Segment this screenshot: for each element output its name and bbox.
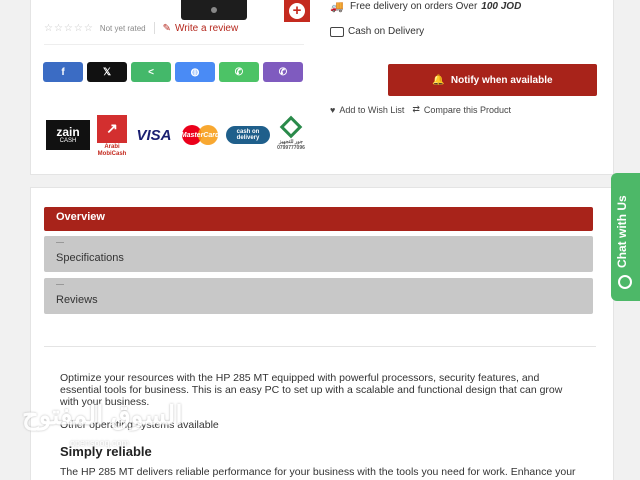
free-delivery-amount: 100 JOD xyxy=(481,1,522,12)
jo-line-2: 0799777096 xyxy=(277,144,305,151)
watermark: السوق المفتوح xyxy=(22,400,183,430)
content-divider xyxy=(44,346,596,347)
mastercard-logo: MasterCard xyxy=(180,120,220,150)
facebook-share-button[interactable]: f xyxy=(43,62,83,82)
bell-icon: 🔔 xyxy=(432,74,445,86)
pencil-icon: ✎ xyxy=(162,22,172,34)
chat-with-us-tab[interactable]: Chat with Us xyxy=(611,173,640,301)
diamond-icon xyxy=(279,115,303,139)
not-rated-text: Not yet rated xyxy=(99,23,146,33)
arabi-caption-2: MobiCash xyxy=(97,150,127,157)
plus-icon: + xyxy=(289,3,305,19)
arabi-icon: ↗ xyxy=(97,114,127,143)
free-delivery-text: Free delivery on orders Over xyxy=(350,1,478,12)
tab-overview[interactable]: Overview xyxy=(44,207,593,231)
visa-logo: VISA xyxy=(136,126,172,144)
facebook-icon: f xyxy=(61,66,65,78)
compare-link[interactable]: Compare this Product xyxy=(424,105,511,115)
payment-methods: zain CASH ↗ Arabi MobiCash VISA MasterCard… xyxy=(46,112,306,158)
cod-line-2: delivery xyxy=(236,135,260,141)
chat-label: Chat with Us xyxy=(615,195,629,268)
rating-stars: ☆☆☆☆☆ xyxy=(44,22,94,34)
viber-share-button[interactable]: ✆ xyxy=(263,62,303,82)
divider xyxy=(153,22,155,34)
tab-overview-label: Overview xyxy=(56,211,105,223)
jo-logo: جور للتجهيز 0799777096 xyxy=(276,113,306,157)
watermark-url: opensooq.com xyxy=(70,438,130,448)
cash-on-delivery-logo: cash on delivery xyxy=(226,126,270,144)
viber-icon: ✆ xyxy=(278,66,288,78)
share-icon: < xyxy=(148,66,154,78)
arabi-caption: Arabi MobiCash xyxy=(98,144,127,157)
cash-on-delivery-text: Cash on Delivery xyxy=(348,26,425,37)
tab-specifications[interactable]: Specifications xyxy=(44,236,593,272)
notify-label: Notify when available xyxy=(450,74,553,86)
notify-button[interactable]: 🔔 Notify when available xyxy=(388,64,597,96)
sharethis-button[interactable]: < xyxy=(131,62,171,82)
cash-on-delivery-info: Cash on Delivery xyxy=(330,26,424,37)
tab-specifications-label: Specifications xyxy=(56,252,124,264)
wishlist-compare-row: ♥ Add to Wish List ⇄ Compare this Produc… xyxy=(330,104,511,115)
compare-icon: ⇄ xyxy=(412,104,420,114)
write-review-label: Write a review xyxy=(175,22,239,34)
free-delivery-info: 🚚 Free delivery on orders Over 100 JOD xyxy=(330,0,521,13)
arabi-caption-1: Arabi xyxy=(104,143,120,150)
zain-sub-label: CASH xyxy=(59,138,77,144)
money-icon xyxy=(330,26,344,37)
rating-divider xyxy=(44,44,304,45)
product-image[interactable] xyxy=(181,0,247,20)
tab-reviews[interactable]: Reviews xyxy=(44,278,593,314)
rating-row: ☆☆☆☆☆ Not yet rated ✎ Write a review xyxy=(44,22,238,34)
mastercard-label: MasterCard xyxy=(180,131,220,139)
heart-icon: ♥ xyxy=(330,104,336,115)
description-paragraph-3: The HP 285 MT delivers reliable performa… xyxy=(60,466,576,478)
zain-cash-logo: zain CASH xyxy=(46,120,90,150)
x-icon: 𝕏 xyxy=(102,66,112,78)
arabi-mobicash-logo: ↗ Arabi MobiCash xyxy=(96,114,128,158)
whatsapp-share-button[interactable]: ✆ xyxy=(219,62,259,82)
tab-reviews-label: Reviews xyxy=(56,294,98,306)
write-review-link[interactable]: ✎ Write a review xyxy=(163,23,239,34)
jo-caption: جور للتجهيز 0799777096 xyxy=(277,139,305,151)
chat-bubble-icon xyxy=(618,275,632,289)
share-buttons: f 𝕏 < ◍ ✆ ✆ xyxy=(43,62,303,82)
add-to-wishlist-link[interactable]: Add to Wish List xyxy=(339,105,404,115)
zain-label: zain xyxy=(56,125,80,139)
messenger-icon: ◍ xyxy=(190,66,200,78)
whatsapp-icon: ✆ xyxy=(234,66,244,78)
zoom-plus-button[interactable]: + xyxy=(284,0,310,22)
messenger-share-button[interactable]: ◍ xyxy=(175,62,215,82)
truck-icon: 🚚 xyxy=(330,1,344,13)
x-share-button[interactable]: 𝕏 xyxy=(87,62,127,82)
